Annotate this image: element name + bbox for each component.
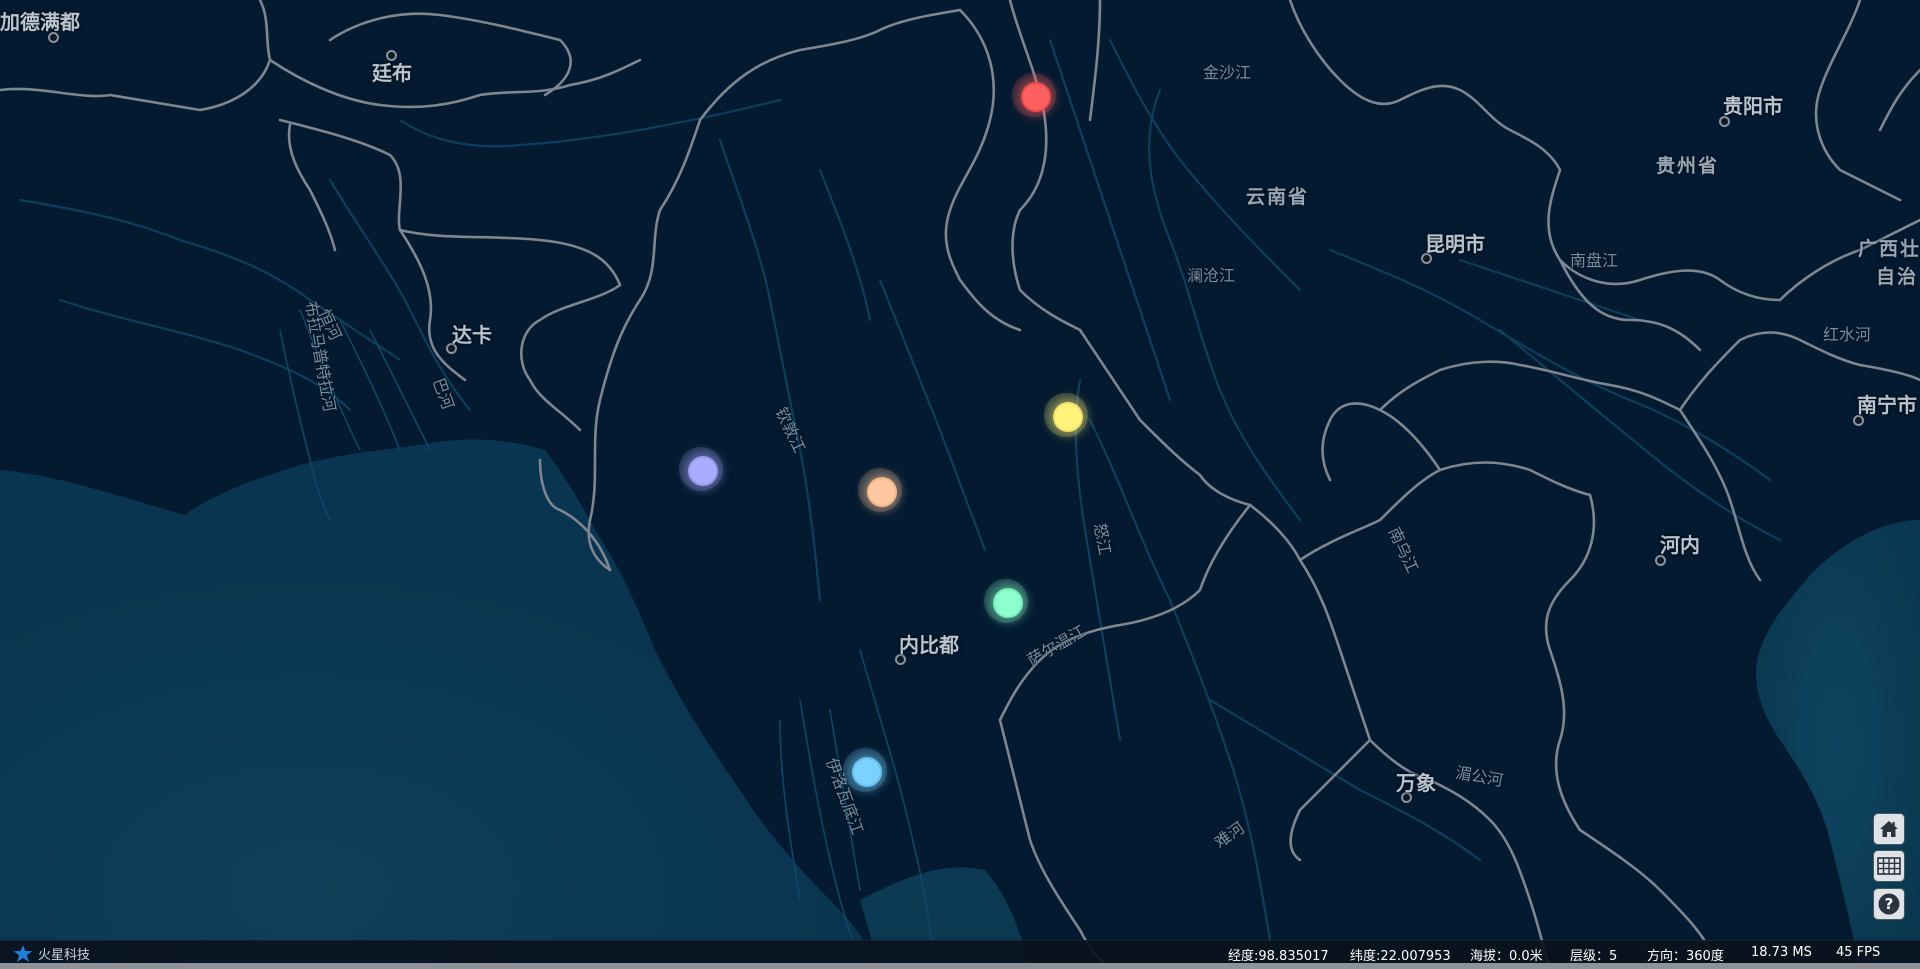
map-canvas[interactable] [0,0,1920,969]
river-label-lancang: 澜沧江 [1187,266,1236,285]
city-label-guiyang: 贵阳市 [1723,94,1783,118]
window-bottom-edge [0,963,1920,969]
river-label-nanpan: 南盘江 [1570,251,1619,270]
star-logo-icon [13,945,33,962]
map-marker-mint[interactable] [993,588,1023,618]
city-dot-thimphu [386,50,397,61]
help-button[interactable]: ? [1873,888,1905,920]
province-label-guangxi-2: 自治 [1876,266,1919,288]
latitude-readout: 纬度:22.007953 [1350,949,1451,964]
brand-name: 火星科技 [38,948,91,963]
level-readout: 层级：5 [1570,949,1618,964]
map-marker-blue[interactable] [852,757,882,787]
city-label-naypyidaw: 内比都 [899,633,959,657]
basemap-button[interactable] [1873,850,1905,882]
city-label-vientiane: 万象 [1396,771,1436,795]
map-marker-purple[interactable] [688,456,718,486]
city-label-kunming: 昆明市 [1425,232,1485,256]
city-label-dhaka: 达卡 [452,323,492,347]
city-label-kathmandu: 加德满都 [0,10,80,34]
province-label-guizhou: 贵州省 [1656,155,1720,177]
home-icon [1880,821,1898,837]
river-label-hongshui: 红水河 [1823,325,1872,344]
frame-time-readout: 18.73 MS [1751,945,1812,960]
city-label-nanning: 南宁市 [1857,393,1917,417]
svg-text:?: ? [1885,895,1894,913]
home-button[interactable] [1873,813,1905,845]
map-marker-peach[interactable] [867,477,897,507]
altitude-readout: 海拔：0.0米 [1470,949,1543,964]
longitude-readout: 经度:98.835017 [1228,949,1329,964]
city-label-thimphu: 廷布 [372,61,412,85]
heading-readout: 方向：360度 [1647,949,1724,964]
province-label-guangxi-1: 广西壮 [1858,238,1920,260]
city-label-hanoi: 河内 [1660,533,1700,557]
grid-icon [1877,857,1901,875]
status-bar: 火星科技 经度:98.835017 纬度:22.007953 海拔：0.0米 层… [0,940,1920,964]
river-label-jinsha: 金沙江 [1203,63,1252,82]
question-icon: ? [1878,893,1900,915]
brand-logo: 火星科技 [13,944,90,963]
province-label-yunnan: 云南省 [1246,186,1310,208]
river-label-nu: 怒江 [1090,521,1115,557]
map-marker-yellow[interactable] [1053,402,1083,432]
fps-readout: 45 FPS [1836,945,1881,960]
map-marker-red[interactable] [1021,82,1051,112]
city-dot-kathmandu [48,32,59,43]
